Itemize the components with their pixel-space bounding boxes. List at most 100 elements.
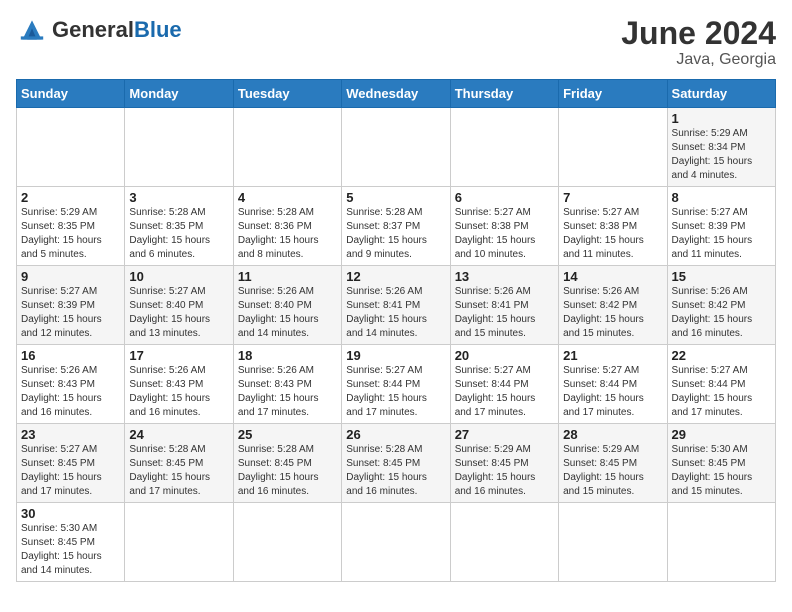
day-info: Sunrise: 5:28 AM Sunset: 8:35 PM Dayligh…: [129, 206, 228, 262]
day-number: 21: [563, 348, 662, 363]
col-saturday: Saturday: [667, 80, 775, 108]
day-number: 25: [238, 427, 337, 442]
day-info: Sunrise: 5:30 AM Sunset: 8:45 PM Dayligh…: [21, 522, 120, 578]
day-info: Sunrise: 5:26 AM Sunset: 8:41 PM Dayligh…: [346, 285, 445, 341]
table-row: 3Sunrise: 5:28 AM Sunset: 8:35 PM Daylig…: [125, 187, 233, 266]
day-info: Sunrise: 5:26 AM Sunset: 8:41 PM Dayligh…: [455, 285, 554, 341]
table-row: 29Sunrise: 5:30 AM Sunset: 8:45 PM Dayli…: [667, 424, 775, 503]
day-info: Sunrise: 5:28 AM Sunset: 8:45 PM Dayligh…: [238, 443, 337, 499]
table-row: 17Sunrise: 5:26 AM Sunset: 8:43 PM Dayli…: [125, 345, 233, 424]
title-area: June 2024 Java, Georgia: [621, 16, 776, 69]
table-row: 11Sunrise: 5:26 AM Sunset: 8:40 PM Dayli…: [233, 266, 341, 345]
day-info: Sunrise: 5:26 AM Sunset: 8:42 PM Dayligh…: [672, 285, 771, 341]
page-header: GeneralBlue June 2024 Java, Georgia: [16, 16, 776, 69]
col-monday: Monday: [125, 80, 233, 108]
table-row: 2Sunrise: 5:29 AM Sunset: 8:35 PM Daylig…: [17, 187, 125, 266]
table-row: 25Sunrise: 5:28 AM Sunset: 8:45 PM Dayli…: [233, 424, 341, 503]
day-info: Sunrise: 5:30 AM Sunset: 8:45 PM Dayligh…: [672, 443, 771, 499]
day-number: 9: [21, 269, 120, 284]
table-row: 12Sunrise: 5:26 AM Sunset: 8:41 PM Dayli…: [342, 266, 450, 345]
location-title: Java, Georgia: [621, 51, 776, 69]
col-thursday: Thursday: [450, 80, 558, 108]
table-row: 26Sunrise: 5:28 AM Sunset: 8:45 PM Dayli…: [342, 424, 450, 503]
table-row: [233, 108, 341, 187]
calendar-week-row: 30Sunrise: 5:30 AM Sunset: 8:45 PM Dayli…: [17, 503, 776, 582]
table-row: [667, 503, 775, 582]
day-info: Sunrise: 5:27 AM Sunset: 8:40 PM Dayligh…: [129, 285, 228, 341]
table-row: 18Sunrise: 5:26 AM Sunset: 8:43 PM Dayli…: [233, 345, 341, 424]
table-row: 13Sunrise: 5:26 AM Sunset: 8:41 PM Dayli…: [450, 266, 558, 345]
day-number: 24: [129, 427, 228, 442]
day-number: 30: [21, 506, 120, 521]
month-title: June 2024: [621, 16, 776, 51]
day-number: 27: [455, 427, 554, 442]
day-number: 3: [129, 190, 228, 205]
day-info: Sunrise: 5:29 AM Sunset: 8:35 PM Dayligh…: [21, 206, 120, 262]
table-row: [125, 108, 233, 187]
day-info: Sunrise: 5:27 AM Sunset: 8:44 PM Dayligh…: [672, 364, 771, 420]
calendar-week-row: 1Sunrise: 5:29 AM Sunset: 8:34 PM Daylig…: [17, 108, 776, 187]
day-info: Sunrise: 5:29 AM Sunset: 8:45 PM Dayligh…: [455, 443, 554, 499]
table-row: [342, 503, 450, 582]
day-info: Sunrise: 5:28 AM Sunset: 8:45 PM Dayligh…: [129, 443, 228, 499]
table-row: 22Sunrise: 5:27 AM Sunset: 8:44 PM Dayli…: [667, 345, 775, 424]
day-info: Sunrise: 5:26 AM Sunset: 8:43 PM Dayligh…: [21, 364, 120, 420]
calendar-header-row: Sunday Monday Tuesday Wednesday Thursday…: [17, 80, 776, 108]
table-row: [17, 108, 125, 187]
table-row: 21Sunrise: 5:27 AM Sunset: 8:44 PM Dayli…: [559, 345, 667, 424]
day-number: 7: [563, 190, 662, 205]
day-number: 16: [21, 348, 120, 363]
day-number: 26: [346, 427, 445, 442]
table-row: 23Sunrise: 5:27 AM Sunset: 8:45 PM Dayli…: [17, 424, 125, 503]
col-sunday: Sunday: [17, 80, 125, 108]
day-number: 28: [563, 427, 662, 442]
calendar-week-row: 23Sunrise: 5:27 AM Sunset: 8:45 PM Dayli…: [17, 424, 776, 503]
day-number: 11: [238, 269, 337, 284]
day-number: 8: [672, 190, 771, 205]
day-info: Sunrise: 5:27 AM Sunset: 8:44 PM Dayligh…: [455, 364, 554, 420]
day-number: 22: [672, 348, 771, 363]
table-row: 20Sunrise: 5:27 AM Sunset: 8:44 PM Dayli…: [450, 345, 558, 424]
table-row: 27Sunrise: 5:29 AM Sunset: 8:45 PM Dayli…: [450, 424, 558, 503]
col-tuesday: Tuesday: [233, 80, 341, 108]
day-number: 4: [238, 190, 337, 205]
table-row: 14Sunrise: 5:26 AM Sunset: 8:42 PM Dayli…: [559, 266, 667, 345]
table-row: [125, 503, 233, 582]
day-number: 29: [672, 427, 771, 442]
table-row: 6Sunrise: 5:27 AM Sunset: 8:38 PM Daylig…: [450, 187, 558, 266]
day-info: Sunrise: 5:27 AM Sunset: 8:45 PM Dayligh…: [21, 443, 120, 499]
day-number: 13: [455, 269, 554, 284]
day-info: Sunrise: 5:28 AM Sunset: 8:37 PM Dayligh…: [346, 206, 445, 262]
day-number: 10: [129, 269, 228, 284]
day-number: 20: [455, 348, 554, 363]
day-number: 6: [455, 190, 554, 205]
table-row: 7Sunrise: 5:27 AM Sunset: 8:38 PM Daylig…: [559, 187, 667, 266]
day-number: 17: [129, 348, 228, 363]
table-row: 28Sunrise: 5:29 AM Sunset: 8:45 PM Dayli…: [559, 424, 667, 503]
table-row: [450, 503, 558, 582]
day-number: 19: [346, 348, 445, 363]
table-row: 1Sunrise: 5:29 AM Sunset: 8:34 PM Daylig…: [667, 108, 775, 187]
day-number: 2: [21, 190, 120, 205]
calendar-week-row: 9Sunrise: 5:27 AM Sunset: 8:39 PM Daylig…: [17, 266, 776, 345]
day-info: Sunrise: 5:27 AM Sunset: 8:44 PM Dayligh…: [563, 364, 662, 420]
day-number: 5: [346, 190, 445, 205]
day-info: Sunrise: 5:29 AM Sunset: 8:45 PM Dayligh…: [563, 443, 662, 499]
col-friday: Friday: [559, 80, 667, 108]
calendar-week-row: 2Sunrise: 5:29 AM Sunset: 8:35 PM Daylig…: [17, 187, 776, 266]
table-row: 5Sunrise: 5:28 AM Sunset: 8:37 PM Daylig…: [342, 187, 450, 266]
day-number: 1: [672, 111, 771, 126]
table-row: [233, 503, 341, 582]
day-info: Sunrise: 5:27 AM Sunset: 8:38 PM Dayligh…: [455, 206, 554, 262]
day-info: Sunrise: 5:26 AM Sunset: 8:40 PM Dayligh…: [238, 285, 337, 341]
table-row: 8Sunrise: 5:27 AM Sunset: 8:39 PM Daylig…: [667, 187, 775, 266]
day-number: 14: [563, 269, 662, 284]
table-row: 4Sunrise: 5:28 AM Sunset: 8:36 PM Daylig…: [233, 187, 341, 266]
table-row: 10Sunrise: 5:27 AM Sunset: 8:40 PM Dayli…: [125, 266, 233, 345]
day-number: 18: [238, 348, 337, 363]
col-wednesday: Wednesday: [342, 80, 450, 108]
day-number: 12: [346, 269, 445, 284]
day-info: Sunrise: 5:28 AM Sunset: 8:36 PM Dayligh…: [238, 206, 337, 262]
table-row: 24Sunrise: 5:28 AM Sunset: 8:45 PM Dayli…: [125, 424, 233, 503]
day-info: Sunrise: 5:26 AM Sunset: 8:43 PM Dayligh…: [129, 364, 228, 420]
